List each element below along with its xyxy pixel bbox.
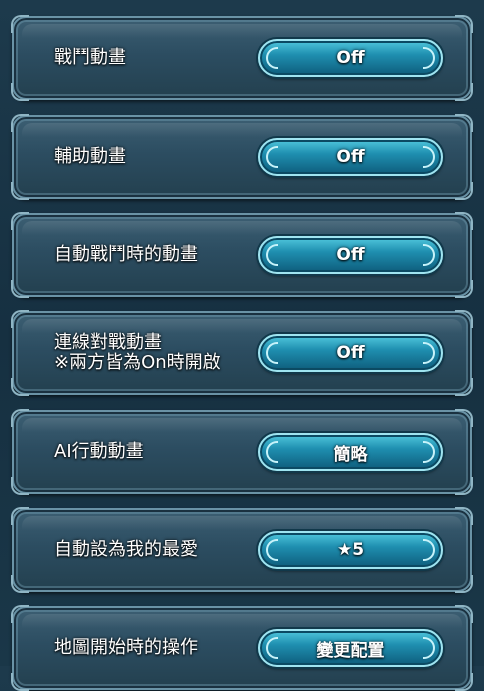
- setting-label: 自動戰鬥時的動畫: [54, 244, 198, 265]
- auto-favorite-select[interactable]: ★5: [258, 531, 443, 569]
- corner-ornament-icon: [455, 673, 473, 691]
- corner-ornament-icon: [11, 114, 29, 132]
- corner-ornament-icon: [455, 477, 473, 495]
- setting-label: 自動設為我的最愛: [54, 539, 198, 560]
- setting-row-auto-favorite: 自動設為我的最愛 ★5: [11, 507, 473, 593]
- corner-ornament-icon: [11, 310, 29, 328]
- corner-ornament-icon: [455, 409, 473, 427]
- corner-ornament-icon: [11, 673, 29, 691]
- corner-ornament-icon: [455, 83, 473, 101]
- auto-battle-animation-toggle[interactable]: Off: [258, 236, 443, 274]
- corner-ornament-icon: [455, 114, 473, 132]
- setting-row-map-start-action: 地圖開始時的操作 變更配置: [11, 605, 473, 691]
- assist-animation-toggle[interactable]: Off: [258, 138, 443, 176]
- map-start-action-select[interactable]: 變更配置: [258, 629, 443, 667]
- corner-ornament-icon: [455, 15, 473, 33]
- corner-ornament-icon: [11, 605, 29, 623]
- corner-ornament-icon: [11, 507, 29, 525]
- corner-ornament-icon: [455, 310, 473, 328]
- corner-ornament-icon: [11, 182, 29, 200]
- corner-ornament-icon: [11, 212, 29, 230]
- setting-row-battle-animation: 戰鬥動畫 Off: [11, 15, 473, 101]
- setting-label: AI行動動畫: [54, 441, 144, 462]
- corner-ornament-icon: [455, 507, 473, 525]
- battle-animation-toggle[interactable]: Off: [258, 39, 443, 77]
- setting-row-ai-action-animation: AI行動動畫 簡略: [11, 409, 473, 495]
- setting-label: 輔助動畫: [54, 146, 126, 167]
- setting-label: 地圖開始時的操作: [54, 637, 198, 658]
- ai-action-animation-select[interactable]: 簡略: [258, 433, 443, 471]
- corner-ornament-icon: [455, 182, 473, 200]
- setting-row-online-battle-animation: 連線對戰動畫 ※兩方皆為On時開啟 Off: [11, 310, 473, 396]
- corner-ornament-icon: [455, 575, 473, 593]
- setting-label: 連線對戰動畫 ※兩方皆為On時開啟: [54, 332, 221, 373]
- corner-ornament-icon: [455, 212, 473, 230]
- corner-ornament-icon: [11, 378, 29, 396]
- corner-ornament-icon: [11, 280, 29, 298]
- setting-row-auto-battle-animation: 自動戰鬥時的動畫 Off: [11, 212, 473, 298]
- corner-ornament-icon: [11, 83, 29, 101]
- corner-ornament-icon: [11, 409, 29, 427]
- setting-row-assist-animation: 輔助動畫 Off: [11, 114, 473, 200]
- setting-label: 戰鬥動畫: [54, 47, 126, 68]
- corner-ornament-icon: [11, 477, 29, 495]
- corner-ornament-icon: [455, 280, 473, 298]
- online-battle-animation-toggle[interactable]: Off: [258, 334, 443, 372]
- corner-ornament-icon: [11, 15, 29, 33]
- corner-ornament-icon: [455, 378, 473, 396]
- corner-ornament-icon: [455, 605, 473, 623]
- corner-ornament-icon: [11, 575, 29, 593]
- settings-list: 戰鬥動畫 Off 輔助動畫 Off 自動戰鬥時的動畫 Off 連線對戰動畫 ※兩…: [0, 0, 484, 691]
